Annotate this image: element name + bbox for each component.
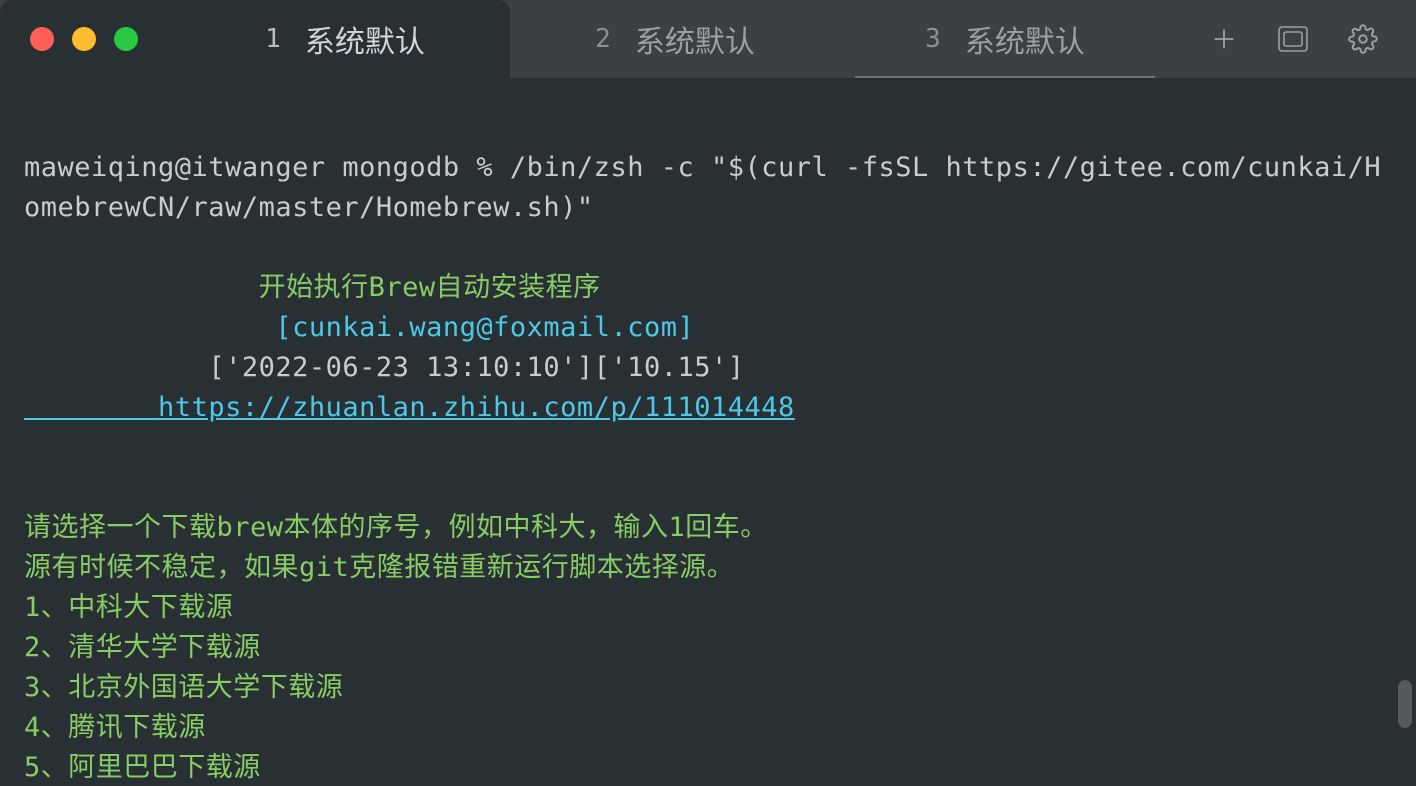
new-tab-button[interactable]: [1210, 25, 1238, 53]
installer-link: https://zhuanlan.zhihu.com/p/111014448: [24, 392, 795, 423]
tab-1[interactable]: 1 系统默认: [180, 0, 510, 78]
installer-header: 开始执行Brew自动安装程序: [24, 272, 601, 303]
tab-number: 2: [595, 24, 611, 54]
panels-icon[interactable]: [1278, 26, 1308, 52]
installer-email: [cunkai.wang@foxmail.com]: [24, 312, 694, 343]
source-option-1: 1、中科大下载源: [24, 592, 233, 623]
installer-question: 请选择一个下载brew本体的序号，例如中科大，输入1回车。: [24, 512, 768, 543]
minimize-button[interactable]: [72, 27, 96, 51]
tab-number: 3: [925, 24, 941, 54]
close-button[interactable]: [30, 27, 54, 51]
installer-timestamp: ['2022-06-23 13:10:10']['10.15']: [24, 352, 744, 383]
tab-title: 系统默认: [635, 17, 755, 61]
source-option-4: 4、腾讯下载源: [24, 712, 206, 743]
settings-icon[interactable]: [1348, 24, 1378, 54]
traffic-lights: [0, 0, 180, 78]
installer-note: 源有时候不稳定，如果git克隆报错重新运行脚本选择源。: [24, 552, 734, 583]
tab-number: 1: [265, 24, 281, 54]
title-bar: 1 系统默认 2 系统默认 3 系统默认: [0, 0, 1416, 78]
source-option-5: 5、阿里巴巴下载源: [24, 752, 261, 783]
terminal-output[interactable]: maweiqing@itwanger mongodb % /bin/zsh -c…: [0, 78, 1416, 786]
tab-2[interactable]: 2 系统默认: [510, 0, 840, 78]
source-option-2: 2、清华大学下载源: [24, 632, 261, 663]
terminal-prompt-line: maweiqing@itwanger mongodb % /bin/zsh -c…: [24, 152, 1381, 223]
scrollbar[interactable]: [1398, 680, 1412, 728]
maximize-button[interactable]: [114, 27, 138, 51]
tabs: 1 系统默认 2 系统默认 3 系统默认: [180, 0, 1210, 78]
source-option-3: 3、北京外国语大学下载源: [24, 672, 343, 703]
title-actions: [1210, 0, 1416, 78]
tab-title: 系统默认: [965, 17, 1085, 61]
tab-3[interactable]: 3 系统默认: [840, 0, 1170, 78]
tab-title: 系统默认: [305, 17, 425, 61]
